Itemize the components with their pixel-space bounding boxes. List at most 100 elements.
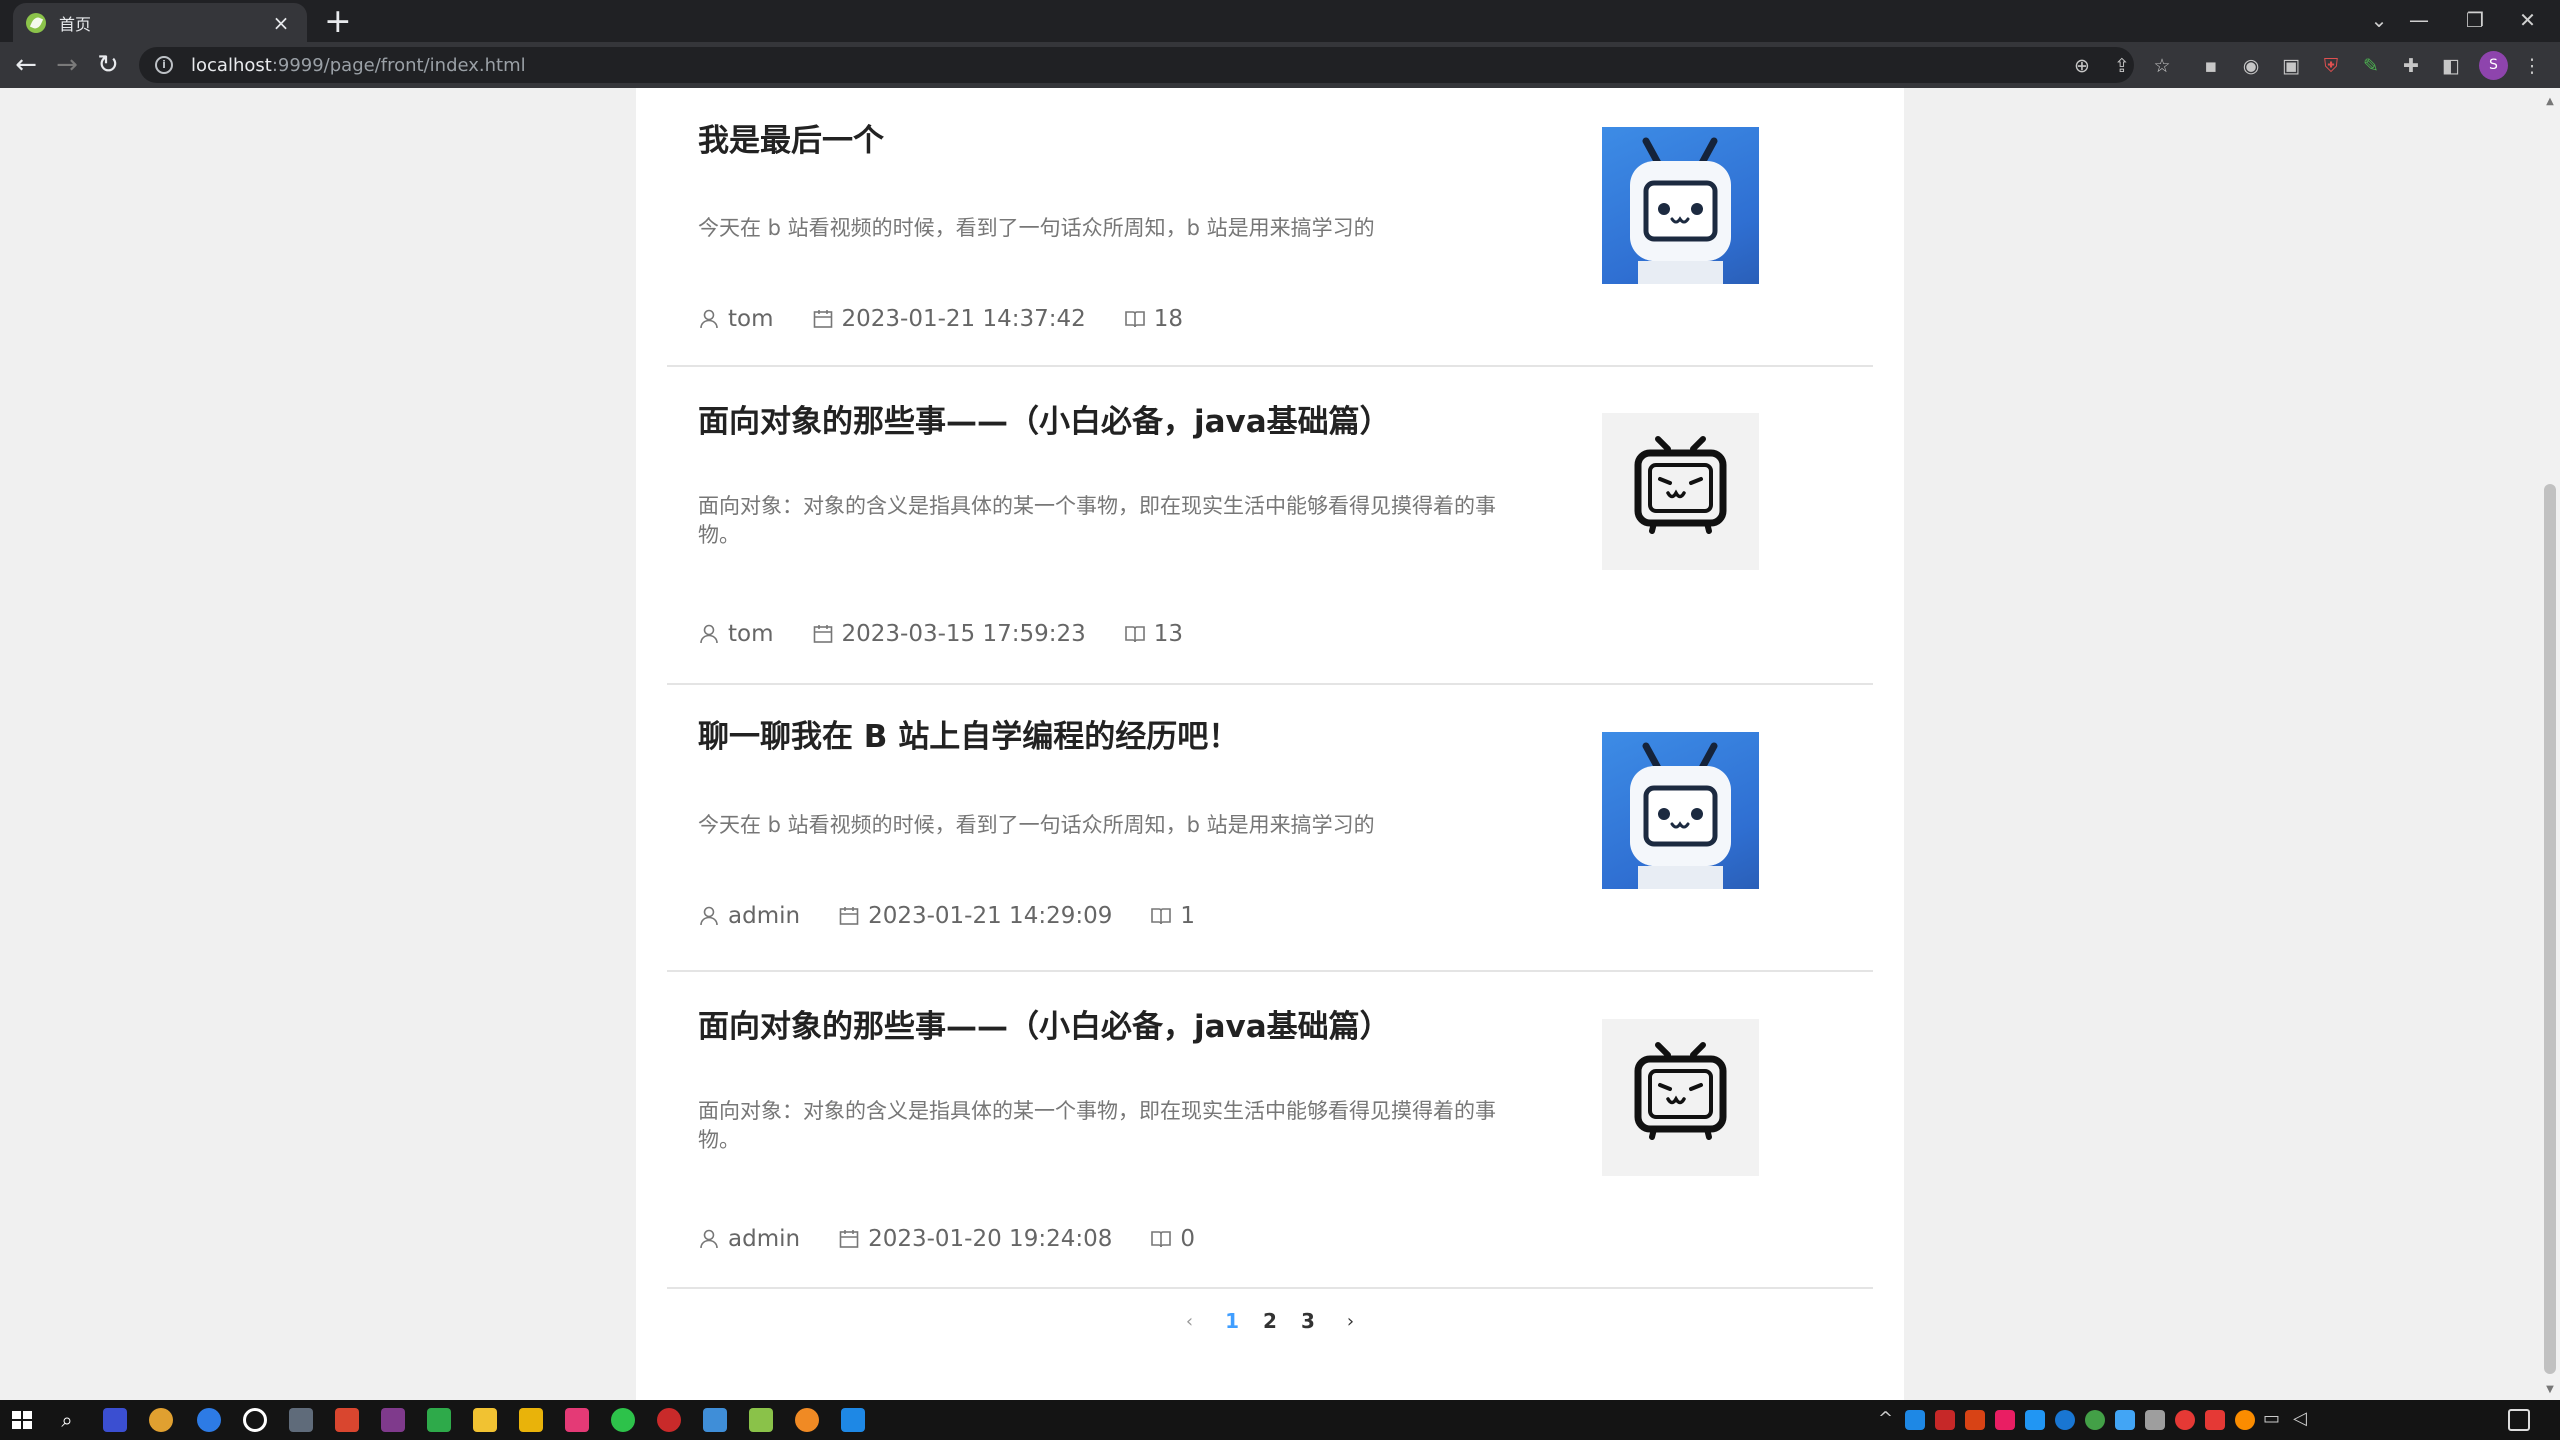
page-2-button[interactable]: 2 — [1263, 1309, 1277, 1333]
taskbar-app-icon[interactable] — [841, 1408, 865, 1432]
extension-chat-icon[interactable]: ▪ — [2199, 54, 2223, 78]
tray-app-icon[interactable] — [1995, 1410, 2015, 1430]
tray-expand-icon[interactable]: ^ — [1878, 1408, 1893, 1429]
page-viewport: 我是最后一个 今天在 b 站看视频的时候，看到了一句话众所周知，b 站是用来搞学… — [0, 88, 2540, 1400]
publish-date: 2023-03-15 17:59:23 — [812, 621, 1086, 647]
taskbar-app-icon[interactable] — [335, 1408, 359, 1432]
prev-page-button[interactable]: ‹ — [1186, 1311, 1193, 1332]
forward-button[interactable]: → — [49, 47, 85, 83]
tray-app-icon[interactable] — [2205, 1410, 2225, 1430]
article-item[interactable]: 聊一聊我在 B 站上自学编程的经历吧！ 今天在 b 站看视频的时候，看到了一句话… — [667, 685, 1873, 972]
tray-wechat-icon[interactable] — [2085, 1410, 2105, 1430]
article-item[interactable]: 面向对象的那些事——（小白必备，java基础篇） 面向对象：对象的含义是指具体的… — [667, 972, 1873, 1289]
view-count: 18 — [1124, 306, 1183, 332]
bilibili-mascot-image — [1630, 742, 1731, 889]
page-3-button[interactable]: 3 — [1301, 1309, 1315, 1333]
menu-kebab-icon[interactable]: ⋮ — [2520, 54, 2544, 78]
book-icon — [1124, 626, 1145, 643]
notification-center-icon[interactable] — [2508, 1409, 2530, 1431]
article-meta: admin 2023-01-21 14:29:09 1 — [698, 903, 1233, 929]
article-title[interactable]: 面向对象的那些事——（小白必备，java基础篇） — [698, 1001, 1391, 1046]
tray-app-icon[interactable] — [2175, 1410, 2195, 1430]
taskbar-app-icon[interactable] — [381, 1408, 405, 1432]
tray-app-icon[interactable] — [2115, 1410, 2135, 1430]
article-title[interactable]: 聊一聊我在 B 站上自学编程的经历吧！ — [698, 711, 1239, 756]
tab-close-icon[interactable]: × — [268, 11, 294, 35]
author: tom — [698, 306, 774, 332]
scroll-down-arrow-icon[interactable]: ▼ — [2544, 1384, 2556, 1395]
taskbar-app-icon[interactable] — [197, 1408, 221, 1432]
user-icon — [700, 309, 718, 329]
tray-app-icon[interactable] — [2055, 1410, 2075, 1430]
tray-mic-icon[interactable] — [2145, 1410, 2165, 1430]
scrollbar-thumb[interactable] — [2544, 484, 2556, 1374]
tray-app-icon[interactable] — [1935, 1410, 1955, 1430]
taskbar-app-icon[interactable] — [243, 1408, 267, 1432]
extension-image-icon[interactable]: ▣ — [2279, 54, 2303, 78]
next-page-button[interactable]: › — [1347, 1311, 1354, 1332]
new-tab-button[interactable]: + — [324, 4, 352, 37]
tray-app-icon[interactable] — [1965, 1410, 1985, 1430]
address-bar[interactable]: i localhost:9999/page/front/index.html — [139, 47, 2134, 83]
taskbar-app-icon[interactable] — [565, 1408, 589, 1432]
windows-start-icon[interactable] — [10, 1408, 34, 1432]
close-window-button[interactable]: ✕ — [2495, 0, 2560, 39]
book-icon — [1124, 311, 1145, 328]
extension-shield-icon[interactable]: ⛨ — [2319, 54, 2343, 78]
folder-taskbar-icon[interactable] — [473, 1408, 497, 1432]
tray-app-icon[interactable] — [2235, 1410, 2255, 1430]
taskbar-app-icon[interactable] — [519, 1408, 543, 1432]
view-count: 13 — [1124, 621, 1183, 647]
page-scrollbar[interactable]: ▲ ▼ — [2540, 88, 2560, 1400]
tray-app-icon[interactable] — [2025, 1410, 2045, 1430]
article-title[interactable]: 我是最后一个 — [698, 115, 884, 160]
author: tom — [698, 621, 774, 647]
taskbar-app-icon[interactable] — [103, 1408, 127, 1432]
site-info-icon[interactable]: i — [155, 56, 173, 74]
view-count: 1 — [1150, 903, 1195, 929]
taskbar-app-icon[interactable] — [289, 1408, 313, 1432]
reload-button[interactable]: ↻ — [90, 47, 126, 83]
extension-camera-icon[interactable]: ◉ — [2239, 54, 2263, 78]
article-thumbnail[interactable] — [1602, 1019, 1759, 1176]
profile-avatar[interactable]: S — [2479, 51, 2508, 80]
share-icon[interactable]: ⇪ — [2110, 54, 2134, 78]
volume-icon[interactable]: ◁ — [2293, 1408, 2307, 1429]
article-meta: admin 2023-01-20 19:24:08 0 — [698, 1226, 1233, 1252]
bookmark-star-icon[interactable]: ☆ — [2150, 54, 2174, 78]
extension-leaf-icon[interactable]: ✎ — [2359, 54, 2383, 78]
user-icon — [700, 1229, 718, 1249]
search-icon[interactable]: ⌕ — [55, 1408, 79, 1432]
taskbar-app-icon[interactable] — [427, 1408, 451, 1432]
taskbar-app-icon[interactable] — [795, 1408, 819, 1432]
article-thumbnail[interactable] — [1602, 413, 1759, 570]
article-thumbnail[interactable] — [1602, 127, 1759, 284]
article-summary: 面向对象：对象的含义是指具体的某一个事物，即在现实生活中能够看得见摸得着的事物。 — [698, 494, 1496, 547]
article-list: 我是最后一个 今天在 b 站看视频的时候，看到了一句话众所周知，b 站是用来搞学… — [636, 88, 1904, 1400]
zoom-icon[interactable]: ⊕ — [2070, 54, 2094, 78]
tray-app-icon[interactable] — [1905, 1410, 1925, 1430]
extensions-puzzle-icon[interactable]: ✚ — [2399, 54, 2423, 78]
article-item[interactable]: 我是最后一个 今天在 b 站看视频的时候，看到了一句话众所周知，b 站是用来搞学… — [667, 88, 1873, 367]
article-thumbnail[interactable] — [1602, 732, 1759, 889]
calendar-icon — [839, 1230, 859, 1248]
scroll-up-arrow-icon[interactable]: ▲ — [2544, 96, 2556, 107]
chrome-taskbar-icon[interactable] — [149, 1408, 173, 1432]
side-panel-icon[interactable]: ◧ — [2439, 54, 2463, 78]
back-button[interactable]: ← — [8, 47, 44, 83]
bilibili-mascot-image — [1630, 137, 1731, 284]
article-item[interactable]: 面向对象的那些事——（小白必备，java基础篇） 面向对象：对象的含义是指具体的… — [667, 367, 1873, 685]
author: admin — [698, 1226, 800, 1252]
page-1-button[interactable]: 1 — [1225, 1309, 1239, 1333]
taskbar-app-icon[interactable] — [749, 1408, 773, 1432]
network-icon[interactable]: ▭ — [2263, 1408, 2280, 1429]
publish-date: 2023-01-21 14:37:42 — [812, 306, 1086, 332]
taskbar-app-icon[interactable] — [703, 1408, 727, 1432]
user-icon — [700, 906, 718, 926]
article-title[interactable]: 面向对象的那些事——（小白必备，java基础篇） — [698, 396, 1391, 441]
taskbar-app-icon[interactable] — [657, 1408, 681, 1432]
tab-title: 首页 — [59, 14, 92, 34]
wechat-taskbar-icon[interactable] — [611, 1408, 635, 1432]
browser-tab[interactable]: 首页 × — [13, 3, 307, 42]
calendar-icon — [813, 625, 832, 643]
